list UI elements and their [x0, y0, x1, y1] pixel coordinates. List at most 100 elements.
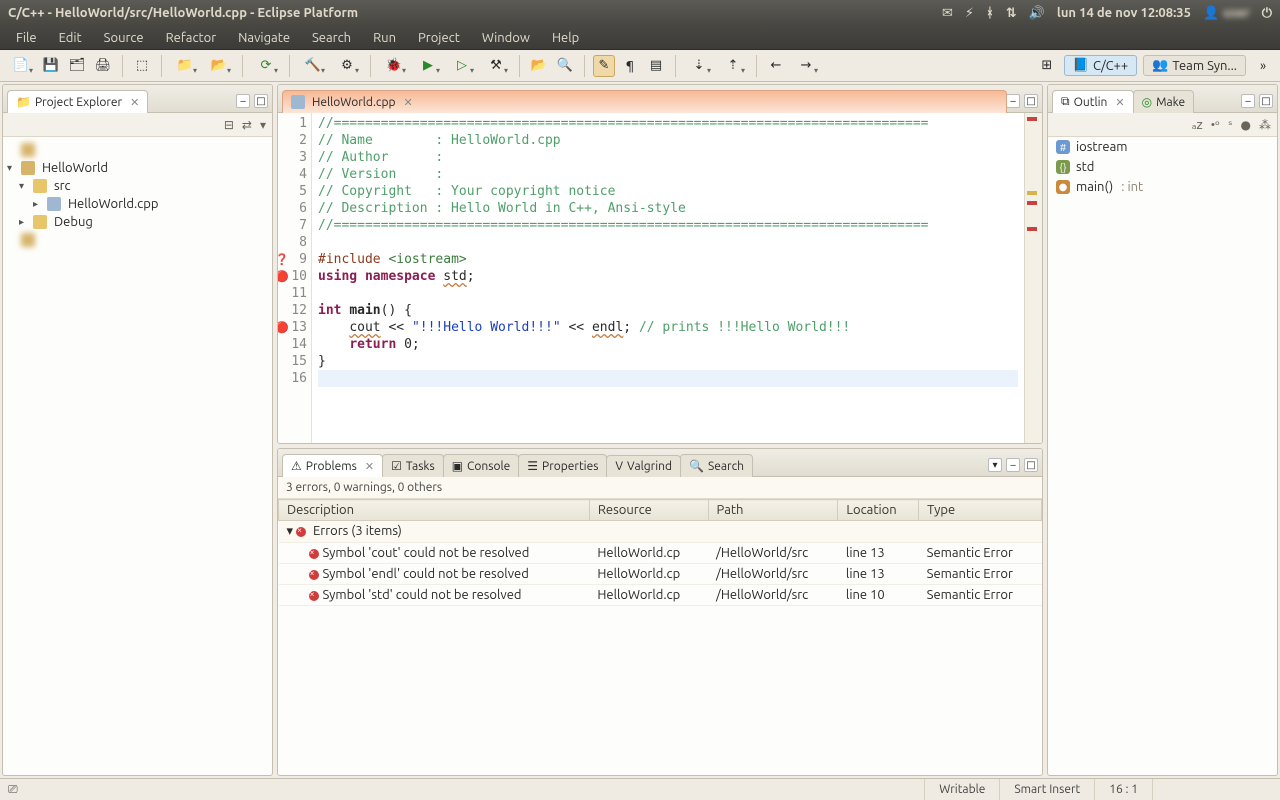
tab-tasks[interactable]: ☑ Tasks: [382, 454, 444, 477]
open-perspective-button[interactable]: ⊞: [1036, 55, 1058, 77]
menu-window[interactable]: Window: [472, 28, 540, 48]
editor-gutter[interactable]: 12345678910111213141516: [278, 113, 312, 443]
hide-fields-icon[interactable]: •ᵒ: [1211, 118, 1220, 132]
forward-button[interactable]: →: [791, 55, 821, 77]
editor-code-area[interactable]: //======================================…: [312, 113, 1024, 443]
search-button[interactable]: 🔍: [554, 55, 576, 77]
perspective-team[interactable]: 👥 Team Syn...: [1143, 55, 1246, 76]
problem-row[interactable]: Symbol 'cout' could not be resolvedHello…: [279, 543, 1042, 564]
battery-icon[interactable]: ⚡: [965, 6, 974, 21]
close-icon[interactable]: ✕: [1115, 96, 1124, 109]
problems-summary: 3 errors, 0 warnings, 0 others: [278, 477, 1042, 499]
maximize-view-button[interactable]: □: [254, 94, 268, 108]
volume-icon[interactable]: 🔊: [1029, 6, 1045, 21]
tab-outline[interactable]: ⧉ Outlin ✕: [1052, 90, 1134, 113]
tree-item[interactable]: [5, 141, 270, 159]
hide-static-icon[interactable]: ˢ: [1228, 118, 1232, 132]
network-icon[interactable]: ⇅: [1006, 6, 1017, 21]
tab-project-explorer[interactable]: 📁 Project Explorer ✕: [7, 90, 148, 113]
problem-row[interactable]: Symbol 'std' could not be resolvedHelloW…: [279, 585, 1042, 606]
minimize-editor-button[interactable]: ‒: [1006, 94, 1020, 108]
refresh-button[interactable]: ⟳: [251, 55, 281, 77]
print-button[interactable]: 🖨: [92, 55, 114, 77]
save-button[interactable]: 💾: [40, 55, 62, 77]
tab-search[interactable]: 🔍 Search: [680, 454, 753, 477]
editor-overview-ruler[interactable]: [1024, 113, 1042, 443]
power-icon[interactable]: ⏻: [1262, 6, 1272, 21]
next-annotation-button[interactable]: ⇣: [684, 55, 714, 77]
tab-properties[interactable]: ☰ Properties: [518, 454, 607, 477]
toggle-mark-button[interactable]: ✎: [593, 55, 615, 77]
outline-item[interactable]: {}std: [1048, 157, 1277, 177]
menu-source[interactable]: Source: [94, 28, 154, 48]
clock-text[interactable]: lun 14 de nov 12:08:35: [1057, 6, 1191, 20]
menu-help[interactable]: Help: [542, 28, 589, 48]
back-button[interactable]: ←: [765, 55, 787, 77]
build-target-button[interactable]: ⚙: [332, 55, 362, 77]
block-select-button[interactable]: ▤: [645, 55, 667, 77]
run-button[interactable]: ▶: [413, 55, 443, 77]
col-location[interactable]: Location: [838, 500, 919, 521]
project-explorer-tree[interactable]: ▾HelloWorld▾src▸HelloWorld.cpp▸Debug: [3, 137, 272, 775]
new-button[interactable]: 📄: [6, 55, 36, 77]
save-all-button[interactable]: 🗂: [66, 55, 88, 77]
close-icon[interactable]: ✕: [404, 96, 413, 109]
new-project-button[interactable]: 📁: [170, 55, 200, 77]
problem-row[interactable]: Symbol 'endl' could not be resolvedHello…: [279, 564, 1042, 585]
status-misc-icon[interactable]: ⎚: [8, 783, 18, 797]
view-menu-icon[interactable]: ▾: [988, 458, 1002, 472]
close-icon[interactable]: ✕: [365, 460, 374, 473]
col-description[interactable]: Description: [279, 500, 590, 521]
perspective-more-button[interactable]: »: [1252, 55, 1274, 77]
menu-run[interactable]: Run: [363, 28, 406, 48]
hide-nonpublic-icon[interactable]: ●: [1241, 118, 1251, 132]
tab-console[interactable]: ▣ Console: [443, 454, 520, 477]
outline-item[interactable]: #iostream: [1048, 137, 1277, 157]
menu-project[interactable]: Project: [408, 28, 470, 48]
maximize-problems-button[interactable]: □: [1024, 458, 1038, 472]
tab-make[interactable]: ◎ Make: [1133, 90, 1195, 113]
minimize-outline-button[interactable]: ‒: [1241, 94, 1255, 108]
minimize-problems-button[interactable]: ‒: [1006, 458, 1020, 472]
tab-valgrind[interactable]: V Valgrind: [606, 455, 681, 477]
menu-edit[interactable]: Edit: [49, 28, 92, 48]
problems-group[interactable]: ▾ Errors (3 items): [279, 521, 1042, 543]
maximize-outline-button[interactable]: □: [1259, 94, 1273, 108]
col-type[interactable]: Type: [919, 500, 1042, 521]
tree-item[interactable]: ▾HelloWorld: [5, 159, 270, 177]
debug-button[interactable]: 🐞: [379, 55, 409, 77]
collapse-all-icon[interactable]: ⊟: [224, 118, 234, 132]
run-last-button[interactable]: ▷: [447, 55, 477, 77]
outline-menu-icon[interactable]: ⁂: [1259, 118, 1271, 132]
sort-icon[interactable]: ₐᴢ: [1192, 118, 1203, 132]
tree-item[interactable]: ▾src: [5, 177, 270, 195]
tab-problems[interactable]: ⚠ Problems ✕: [282, 454, 383, 477]
col-path[interactable]: Path: [708, 500, 838, 521]
prev-annotation-button[interactable]: ⇡: [718, 55, 748, 77]
binary-button[interactable]: ⬚: [131, 55, 153, 77]
build-button[interactable]: 🔨: [298, 55, 328, 77]
menu-file[interactable]: File: [6, 28, 47, 48]
maximize-editor-button[interactable]: □: [1024, 94, 1038, 108]
perspective-cpp[interactable]: 📘 C/C++: [1064, 55, 1137, 76]
minimize-view-button[interactable]: ‒: [236, 94, 250, 108]
menu-search[interactable]: Search: [302, 28, 361, 48]
new-folder-button[interactable]: 📂: [204, 55, 234, 77]
open-type-button[interactable]: 📂: [528, 55, 550, 77]
external-tools-button[interactable]: ⚒: [481, 55, 511, 77]
col-resource[interactable]: Resource: [589, 500, 708, 521]
tree-item[interactable]: [5, 231, 270, 249]
tree-item[interactable]: ▸Debug: [5, 213, 270, 231]
link-editor-icon[interactable]: ⇄: [242, 118, 252, 132]
user-icon[interactable]: 👤user: [1203, 6, 1250, 21]
show-whitespace-button[interactable]: ¶: [619, 55, 641, 77]
tree-item[interactable]: ▸HelloWorld.cpp: [5, 195, 270, 213]
editor-tab-helloworld[interactable]: HelloWorld.cpp ✕: [282, 90, 1007, 113]
menu-navigate[interactable]: Navigate: [228, 28, 300, 48]
outline-item[interactable]: ●main(): int: [1048, 177, 1277, 197]
bluetooth-icon[interactable]: ᚼ: [986, 6, 994, 20]
mail-icon[interactable]: ✉: [942, 6, 953, 21]
close-icon[interactable]: ✕: [130, 96, 139, 109]
menu-refactor[interactable]: Refactor: [156, 28, 227, 48]
view-menu-icon[interactable]: ▾: [260, 118, 266, 132]
